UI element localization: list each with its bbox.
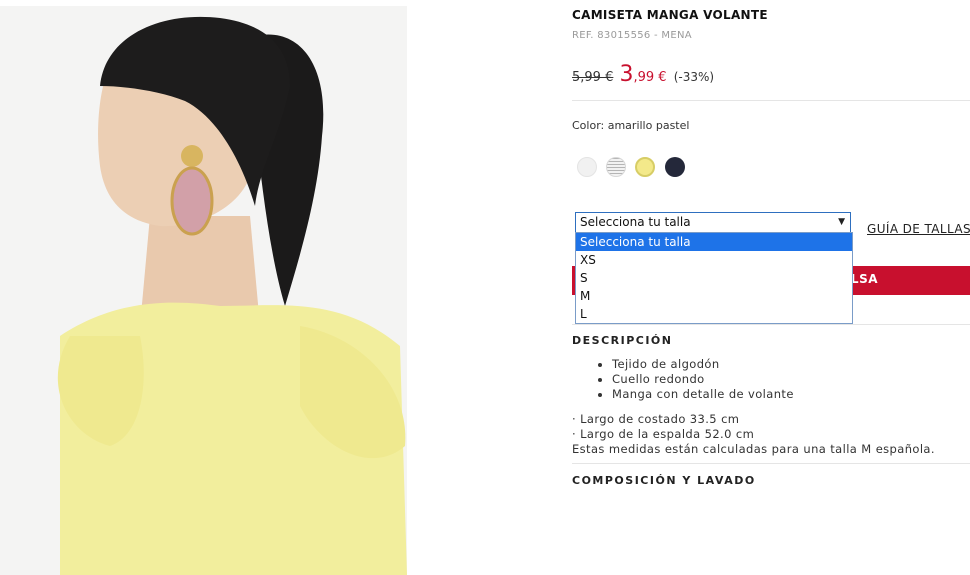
divider (572, 100, 970, 101)
measurement-line: · Largo de costado 33.5 cm (572, 412, 740, 426)
product-info: CAMISETA MANGA VOLANTE REF. 83015556 - M… (572, 0, 970, 575)
description-heading[interactable]: DESCRIPCIÓN (572, 334, 673, 347)
sale-price-int: 3 (619, 62, 634, 87)
description-bullets: Tejido de algodón Cuello redondo Manga c… (596, 357, 794, 402)
product-image (0, 6, 407, 575)
price: 5,99 € 3,99 € (-33%) (572, 62, 714, 87)
measurement-note: Estas medidas están calculadas para una … (572, 442, 935, 456)
size-option[interactable]: L (576, 305, 852, 323)
product-ref: REF. 83015556 - MENA (572, 30, 692, 41)
discount-badge: (-33%) (673, 70, 715, 84)
size-option[interactable]: XS (576, 251, 852, 269)
size-option[interactable]: Selecciona tu talla (576, 233, 852, 251)
old-price: 5,99 € (572, 70, 614, 85)
color-label: Color: amarillo pastel (572, 119, 690, 132)
composition-heading[interactable]: COMPOSICIÓN Y LAVADO (572, 474, 756, 487)
dropdown-arrow-icon: ▼ (838, 217, 845, 227)
swatch-white[interactable] (577, 157, 597, 177)
list-item: Manga con detalle de volante (612, 387, 794, 402)
swatch-stripes[interactable] (606, 157, 626, 177)
size-dropdown-list[interactable]: Selecciona tu talla XS S M L (575, 232, 853, 324)
size-select-value: Selecciona tu talla (580, 215, 691, 229)
swatch-yellow-selected[interactable] (635, 157, 655, 177)
swatch-navy[interactable] (665, 157, 685, 177)
product-title: CAMISETA MANGA VOLANTE (572, 8, 768, 22)
measurements: · Largo de costado 33.5 cm · Largo de la… (572, 412, 935, 457)
measurement-line: · Largo de la espalda 52.0 cm (572, 427, 755, 441)
size-guide-link[interactable]: GUÍA DE TALLAS (867, 222, 970, 236)
divider (572, 324, 970, 325)
list-item: Cuello redondo (612, 372, 794, 387)
divider (572, 463, 970, 464)
size-select[interactable]: Selecciona tu talla ▼ (575, 212, 851, 233)
list-item: Tejido de algodón (612, 357, 794, 372)
size-option[interactable]: M (576, 287, 852, 305)
sale-price-dec: ,99 € (633, 70, 667, 85)
size-option[interactable]: S (576, 269, 852, 287)
add-to-bag-label: LSA (850, 272, 878, 286)
sale-price: 3,99 € (620, 62, 667, 87)
